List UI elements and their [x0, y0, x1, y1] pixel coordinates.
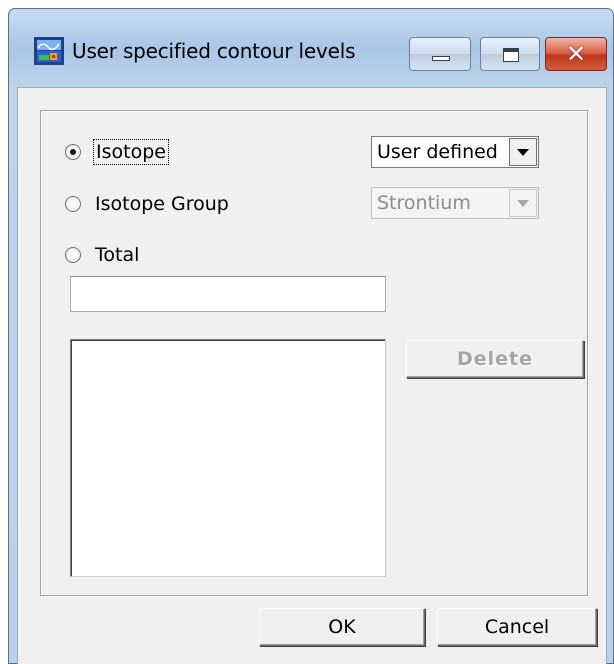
radio-isotope-group-indicator[interactable]: [65, 196, 81, 212]
isotope-group-select: Strontium: [371, 187, 539, 219]
radio-total-indicator[interactable]: [65, 247, 81, 263]
radio-isotope-group-label: Isotope Group: [95, 193, 229, 215]
close-button[interactable]: ✕: [545, 37, 607, 71]
radio-isotope[interactable]: Isotope: [65, 139, 169, 165]
ok-button[interactable]: OK: [259, 608, 425, 646]
contour-levels-list[interactable]: [70, 339, 386, 577]
contour-app-icon[interactable]: [34, 37, 64, 65]
isotope-select-value: User defined: [377, 141, 498, 163]
isotope-group-select-value: Strontium: [377, 192, 471, 214]
chevron-down-icon: [517, 148, 529, 156]
radio-isotope-label: Isotope: [93, 139, 169, 165]
isotope-group-select-dropdown-button: [509, 189, 537, 217]
maximize-button[interactable]: [480, 37, 540, 71]
radio-total-label: Total: [95, 244, 140, 266]
maximize-icon: [503, 48, 519, 62]
contour-level-input[interactable]: [70, 276, 386, 312]
radio-isotope-group[interactable]: Isotope Group: [65, 193, 229, 215]
minimize-icon: [432, 56, 450, 61]
cancel-button[interactable]: Cancel: [437, 608, 597, 646]
minimize-button[interactable]: [409, 37, 471, 71]
delete-button: Delete: [406, 340, 584, 378]
close-icon: ✕: [565, 40, 587, 68]
dialog-client-area: Isotope Isotope Group Total User defined…: [17, 87, 607, 664]
title-bar[interactable]: User specified contour levels ✕: [9, 9, 613, 87]
isotope-select[interactable]: User defined: [371, 136, 539, 168]
radio-total[interactable]: Total: [65, 244, 139, 266]
radio-isotope-indicator[interactable]: [65, 144, 81, 160]
window-title: User specified contour levels: [72, 39, 356, 63]
dialog-window: User specified contour levels ✕ Isotope …: [8, 8, 614, 664]
chevron-down-icon: [517, 199, 529, 207]
isotope-select-dropdown-button[interactable]: [509, 138, 537, 166]
